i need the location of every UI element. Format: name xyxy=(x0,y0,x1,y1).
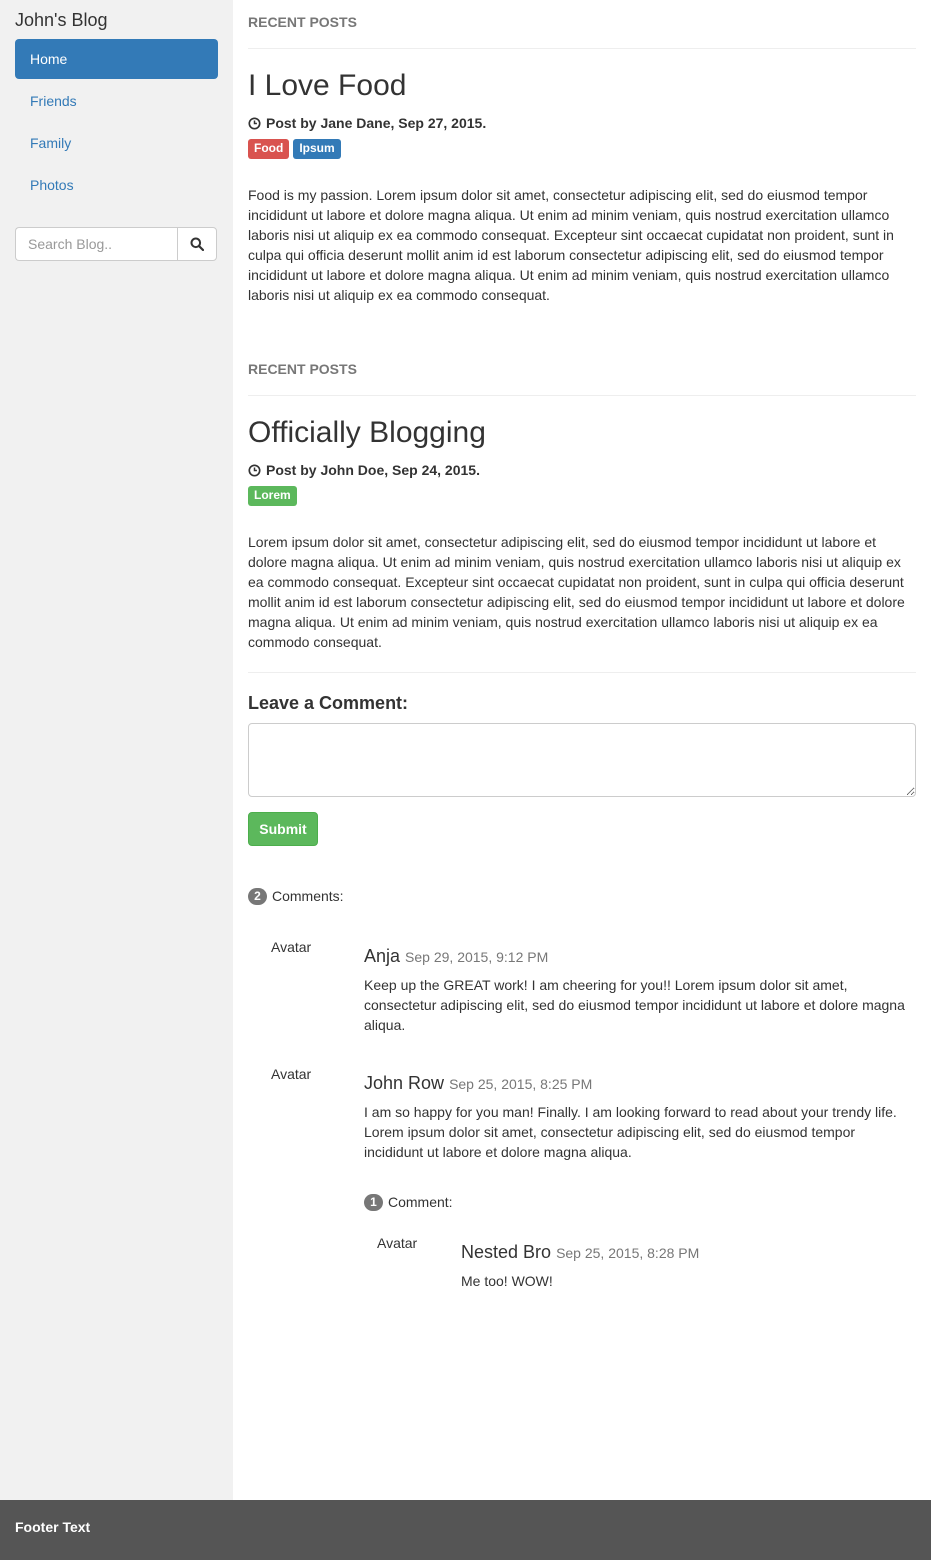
comment-text: Keep up the GREAT work! I am cheering fo… xyxy=(364,977,905,1033)
search-group xyxy=(15,227,217,261)
replies-count-badge: 1 xyxy=(364,1193,383,1211)
comment-body: Anja Sep 29, 2015, 9:12 PM Keep up the G… xyxy=(364,937,916,1035)
post-body: Food is my passion. Lorem ipsum dolor si… xyxy=(248,187,894,303)
post-labels: Lorem xyxy=(248,486,916,508)
clock-icon xyxy=(248,463,261,477)
post-meta: Post by Jane Dane, Sep 27, 2015. xyxy=(248,113,916,133)
sidebar: John's Blog Home Friends Family Photos xyxy=(0,0,233,1500)
blog-brand: John's Blog xyxy=(15,10,108,30)
comment-body: Nested Bro Sep 25, 2015, 8:28 PM Me too!… xyxy=(461,1233,916,1291)
post-meta-text: Post by John Doe, Sep 24, 2015. xyxy=(266,462,480,478)
nav-item-friends[interactable]: Friends xyxy=(15,81,218,121)
clock-icon xyxy=(248,116,261,130)
replies-count-label: Comment: xyxy=(388,1194,453,1210)
nav-item-family[interactable]: Family xyxy=(15,123,218,163)
blog-post: RECENT POSTS I Love Food Post by Jane Da… xyxy=(248,0,916,305)
avatar: Avatar xyxy=(271,1066,312,1082)
comment: Avatar Anja Sep 29, 2015, 9:12 PM Keep u… xyxy=(248,937,916,1035)
divider xyxy=(248,672,916,673)
comment-header: Anja Sep 29, 2015, 9:12 PM xyxy=(364,945,916,968)
comment: Avatar John Row Sep 25, 2015, 8:25 PM I … xyxy=(248,1064,916,1291)
label-food: Food xyxy=(248,139,290,159)
comment-time: Sep 25, 2015, 8:28 PM xyxy=(556,1245,700,1261)
comment-author: Nested Bro xyxy=(461,1242,552,1262)
search-button[interactable] xyxy=(177,227,217,261)
nav-item-home[interactable]: Home xyxy=(15,39,218,79)
search-input[interactable] xyxy=(15,227,177,261)
comment-header: John Row Sep 25, 2015, 8:25 PM xyxy=(364,1072,916,1095)
comment-author: John Row xyxy=(364,1073,445,1093)
comment-form: Leave a Comment: Submit xyxy=(248,692,916,846)
post-title: Officially Blogging xyxy=(248,416,486,449)
post-meta-text: Post by Jane Dane, Sep 27, 2015. xyxy=(266,115,487,131)
label-lorem: Lorem xyxy=(248,486,297,506)
nested-comment: Avatar Nested Bro Sep 25, 2015, 8:28 PM … xyxy=(364,1233,916,1291)
replies-count: 1 Comment: xyxy=(364,1192,916,1212)
avatar: Avatar xyxy=(271,939,312,955)
post-meta: Post by John Doe, Sep 24, 2015. xyxy=(248,460,916,480)
section-label: RECENT POSTS xyxy=(248,0,916,49)
comment-textarea[interactable] xyxy=(248,723,916,797)
main-content: RECENT POSTS I Love Food Post by Jane Da… xyxy=(248,0,916,1291)
comment-text: Me too! WOW! xyxy=(461,1273,553,1289)
blog-post: RECENT POSTS Officially Blogging Post by… xyxy=(248,347,916,652)
nav-item-photos[interactable]: Photos xyxy=(15,165,218,205)
label-ipsum: Ipsum xyxy=(293,139,341,159)
search-icon xyxy=(190,237,204,251)
comments-count-label: Comments: xyxy=(272,888,344,904)
comments-count: 2 Comments: xyxy=(248,886,916,906)
post-labels: Food Ipsum xyxy=(248,139,916,161)
comment-author: Anja xyxy=(364,946,401,966)
comment-form-heading: Leave a Comment: xyxy=(248,693,409,713)
comment-header: Nested Bro Sep 25, 2015, 8:28 PM xyxy=(461,1241,916,1264)
comment-body: John Row Sep 25, 2015, 8:25 PM I am so h… xyxy=(364,1064,916,1291)
comment-time: Sep 25, 2015, 8:25 PM xyxy=(449,1076,593,1092)
post-title: I Love Food xyxy=(248,69,407,102)
comments-section: 2 Comments: Avatar Anja Sep 29, 2015, 9:… xyxy=(248,886,916,1291)
sidebar-nav: Home Friends Family Photos xyxy=(15,39,218,205)
section-label: RECENT POSTS xyxy=(248,347,916,396)
avatar: Avatar xyxy=(377,1235,418,1251)
submit-button[interactable]: Submit xyxy=(248,812,318,846)
footer-text: Footer Text xyxy=(15,1519,91,1535)
comment-text: I am so happy for you man! Finally. I am… xyxy=(364,1104,897,1160)
footer: Footer Text xyxy=(0,1500,931,1560)
comment-time: Sep 29, 2015, 9:12 PM xyxy=(405,949,549,965)
post-body: Lorem ipsum dolor sit amet, consectetur … xyxy=(248,534,905,650)
comments-count-badge: 2 xyxy=(248,887,267,905)
